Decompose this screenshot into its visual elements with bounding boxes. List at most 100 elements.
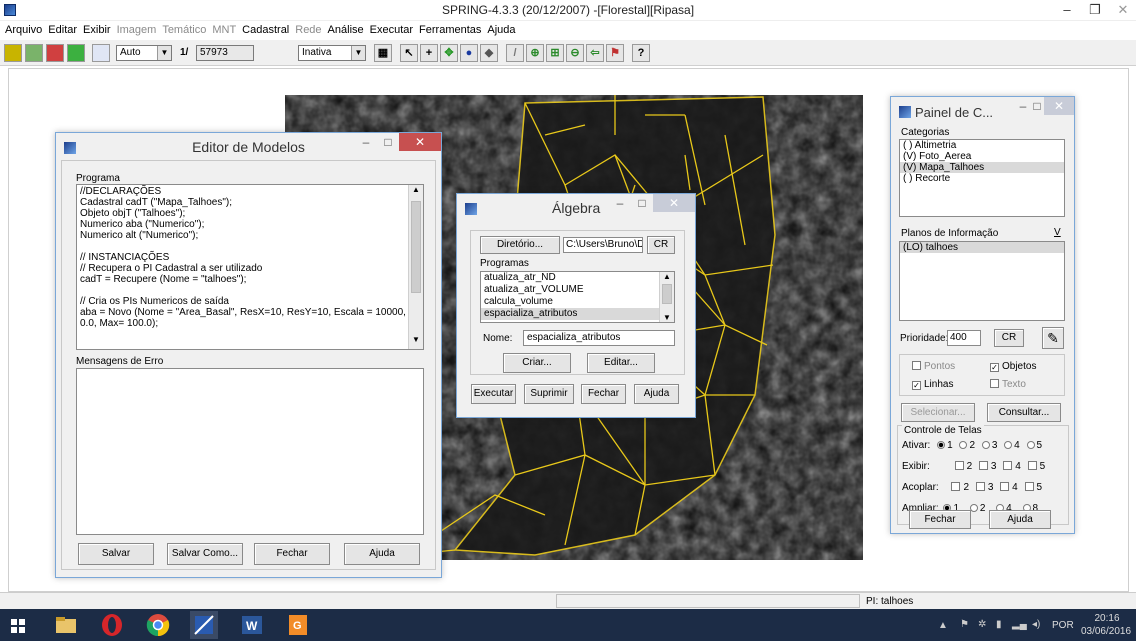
zoom-area-icon[interactable]: ⊞ [546, 44, 564, 62]
tray-flag-icon[interactable]: ⚑ [960, 619, 969, 630]
opera-icon[interactable] [98, 611, 126, 639]
pencil-icon[interactable]: / [506, 44, 524, 62]
menu-tematico[interactable]: Temático [162, 24, 206, 36]
tray-signal-icon[interactable]: ▂▄ [1012, 619, 1027, 630]
plus-icon[interactable]: + [420, 44, 438, 62]
pdf-creator-icon[interactable]: G [284, 611, 312, 639]
directory-button[interactable]: Diretório... [480, 236, 560, 254]
name-field[interactable]: espacializa_atributos [523, 330, 675, 346]
menu-executar[interactable]: Executar [370, 24, 413, 36]
show-check-5[interactable]: 5 [1027, 461, 1045, 472]
mode-combo[interactable]: Auto ▼ [116, 45, 172, 61]
menu-arquivo[interactable]: Arquivo [5, 24, 42, 36]
info-icon[interactable]: ● [460, 44, 478, 62]
maximize-icon[interactable]: ❐ [1086, 2, 1104, 18]
couple-check-5[interactable]: 5 [1024, 482, 1042, 493]
panel-cr-button[interactable]: CR [994, 329, 1024, 347]
minimize-icon[interactable]: – [1058, 2, 1076, 18]
program-list-item[interactable]: atualiza_atr_VOLUME [481, 284, 674, 296]
programs-list[interactable]: atualiza_atr_ND atualiza_atr_VOLUME calcul… [480, 271, 675, 323]
couple-check-2[interactable]: 2 [951, 482, 969, 493]
show-check-3[interactable]: 3 [978, 461, 996, 472]
program-scrollbar[interactable]: ▲ ▼ [408, 185, 423, 349]
program-text-area[interactable]: //DECLARAÇÕES Cadastral cadT ("Mapa_Talho… [76, 184, 424, 350]
show-check-2[interactable]: 2 [954, 461, 972, 472]
back-icon[interactable]: ⇦ [586, 44, 604, 62]
programs-scroll-up-icon[interactable]: ▲ [660, 272, 674, 281]
couple-check-3[interactable]: 3 [975, 482, 993, 493]
show-check-4[interactable]: 4 [1003, 461, 1021, 472]
tray-chevron-icon[interactable]: ▲ [938, 620, 948, 631]
panel-close-icon[interactable]: ✕ [1044, 97, 1074, 115]
execute-button[interactable]: Executar [471, 384, 516, 404]
tray-volume-icon[interactable]: ◂) [1032, 619, 1040, 630]
word-icon[interactable]: W [238, 611, 266, 639]
editor-close-icon[interactable]: ✕ [399, 133, 441, 151]
spring-taskbar-icon[interactable] [190, 611, 218, 639]
tray-time[interactable]: 20:16 [1082, 613, 1132, 624]
scroll-down-icon[interactable]: ▼ [409, 335, 423, 349]
zoom-out-icon[interactable]: ⊖ [566, 44, 584, 62]
chrome-icon[interactable] [144, 611, 172, 639]
couple-check-4[interactable]: 4 [1000, 482, 1018, 493]
category-item[interactable]: (V) Mapa_Talhoes [900, 162, 1064, 173]
scale-field[interactable]: 57973 [196, 45, 254, 61]
zoom-radio-2[interactable]: 2 [969, 503, 985, 514]
editor-close-button[interactable]: Fechar [254, 543, 330, 565]
windows-start-icon[interactable] [4, 611, 32, 639]
grid-icon[interactable]: ▦ [374, 44, 392, 62]
state-combo[interactable]: Inativa ▼ [298, 45, 366, 61]
help-icon[interactable]: ? [632, 44, 650, 62]
tray-date[interactable]: 03/06/2016 [1078, 626, 1134, 637]
menu-analise[interactable]: Análise [328, 24, 364, 36]
layers-visible-toggle[interactable]: V [1054, 227, 1061, 238]
color-pencil-icon[interactable]: ✎ [1042, 327, 1064, 349]
tray-battery-icon[interactable]: ▮ [996, 619, 1002, 630]
categories-list[interactable]: ( ) Altimetria (V) Foto_Aerea (V) Mapa_Tal… [899, 139, 1065, 217]
algebra-minimize-icon[interactable]: – [609, 194, 631, 212]
edit-button[interactable]: Editar... [587, 353, 655, 373]
activate-radio-1[interactable]: 1 [937, 440, 953, 451]
save-as-button[interactable]: Salvar Como... [167, 543, 243, 565]
scroll-up-icon[interactable]: ▲ [409, 185, 423, 199]
pan-icon[interactable]: ✥ [440, 44, 458, 62]
panel-help-button[interactable]: Ajuda [989, 510, 1051, 529]
database-icon[interactable] [4, 44, 22, 62]
project-icon[interactable] [25, 44, 43, 62]
algebra-close-button[interactable]: Fechar [581, 384, 626, 404]
layers-list[interactable]: (LO) talhoes [899, 241, 1065, 321]
close-icon[interactable]: ✕ [1114, 2, 1132, 18]
text-checkbox[interactable]: Texto [990, 379, 1026, 390]
programs-scroll-thumb[interactable] [662, 284, 672, 304]
query-button[interactable]: Consultar... [987, 403, 1061, 422]
editor-help-button[interactable]: Ajuda [344, 543, 420, 565]
delete-button[interactable]: Suprimir [524, 384, 574, 404]
program-list-item[interactable]: atualiza_atr_ND [481, 272, 674, 284]
menu-editar[interactable]: Editar [48, 24, 77, 36]
panel-icon[interactable] [92, 44, 110, 62]
algebra-maximize-icon[interactable]: □ [631, 194, 653, 212]
menu-imagem[interactable]: Imagem [117, 24, 157, 36]
menu-ferramentas[interactable]: Ferramentas [419, 24, 481, 36]
menu-exibir[interactable]: Exibir [83, 24, 111, 36]
activate-radio-4[interactable]: 4 [1004, 440, 1020, 451]
menu-cadastral[interactable]: Cadastral [242, 24, 289, 36]
category-item[interactable]: (V) Foto_Aerea [900, 151, 1064, 162]
programs-scroll-down-icon[interactable]: ▼ [660, 313, 674, 322]
algebra-cr-button[interactable]: CR [647, 236, 675, 254]
algebra-close-icon[interactable]: ✕ [653, 194, 695, 212]
menu-rede[interactable]: Rede [295, 24, 321, 36]
menu-mnt[interactable]: MNT [212, 24, 236, 36]
priority-field[interactable]: 400 [947, 330, 981, 346]
file-explorer-icon[interactable] [52, 611, 80, 639]
lines-checkbox[interactable]: ✓ Linhas [912, 379, 953, 390]
panel-close-button[interactable]: Fechar [909, 510, 971, 529]
programs-scrollbar[interactable]: ▲ ▼ [659, 272, 674, 322]
cursor-icon[interactable]: ↖ [400, 44, 418, 62]
editor-maximize-icon[interactable]: □ [377, 133, 399, 151]
program-scroll-thumb[interactable] [411, 201, 421, 293]
save-button[interactable]: Salvar [78, 543, 154, 565]
panel-minimize-icon[interactable]: – [1016, 97, 1030, 115]
pointer-icon[interactable]: ◆ [480, 44, 498, 62]
menu-ajuda[interactable]: Ajuda [487, 24, 515, 36]
